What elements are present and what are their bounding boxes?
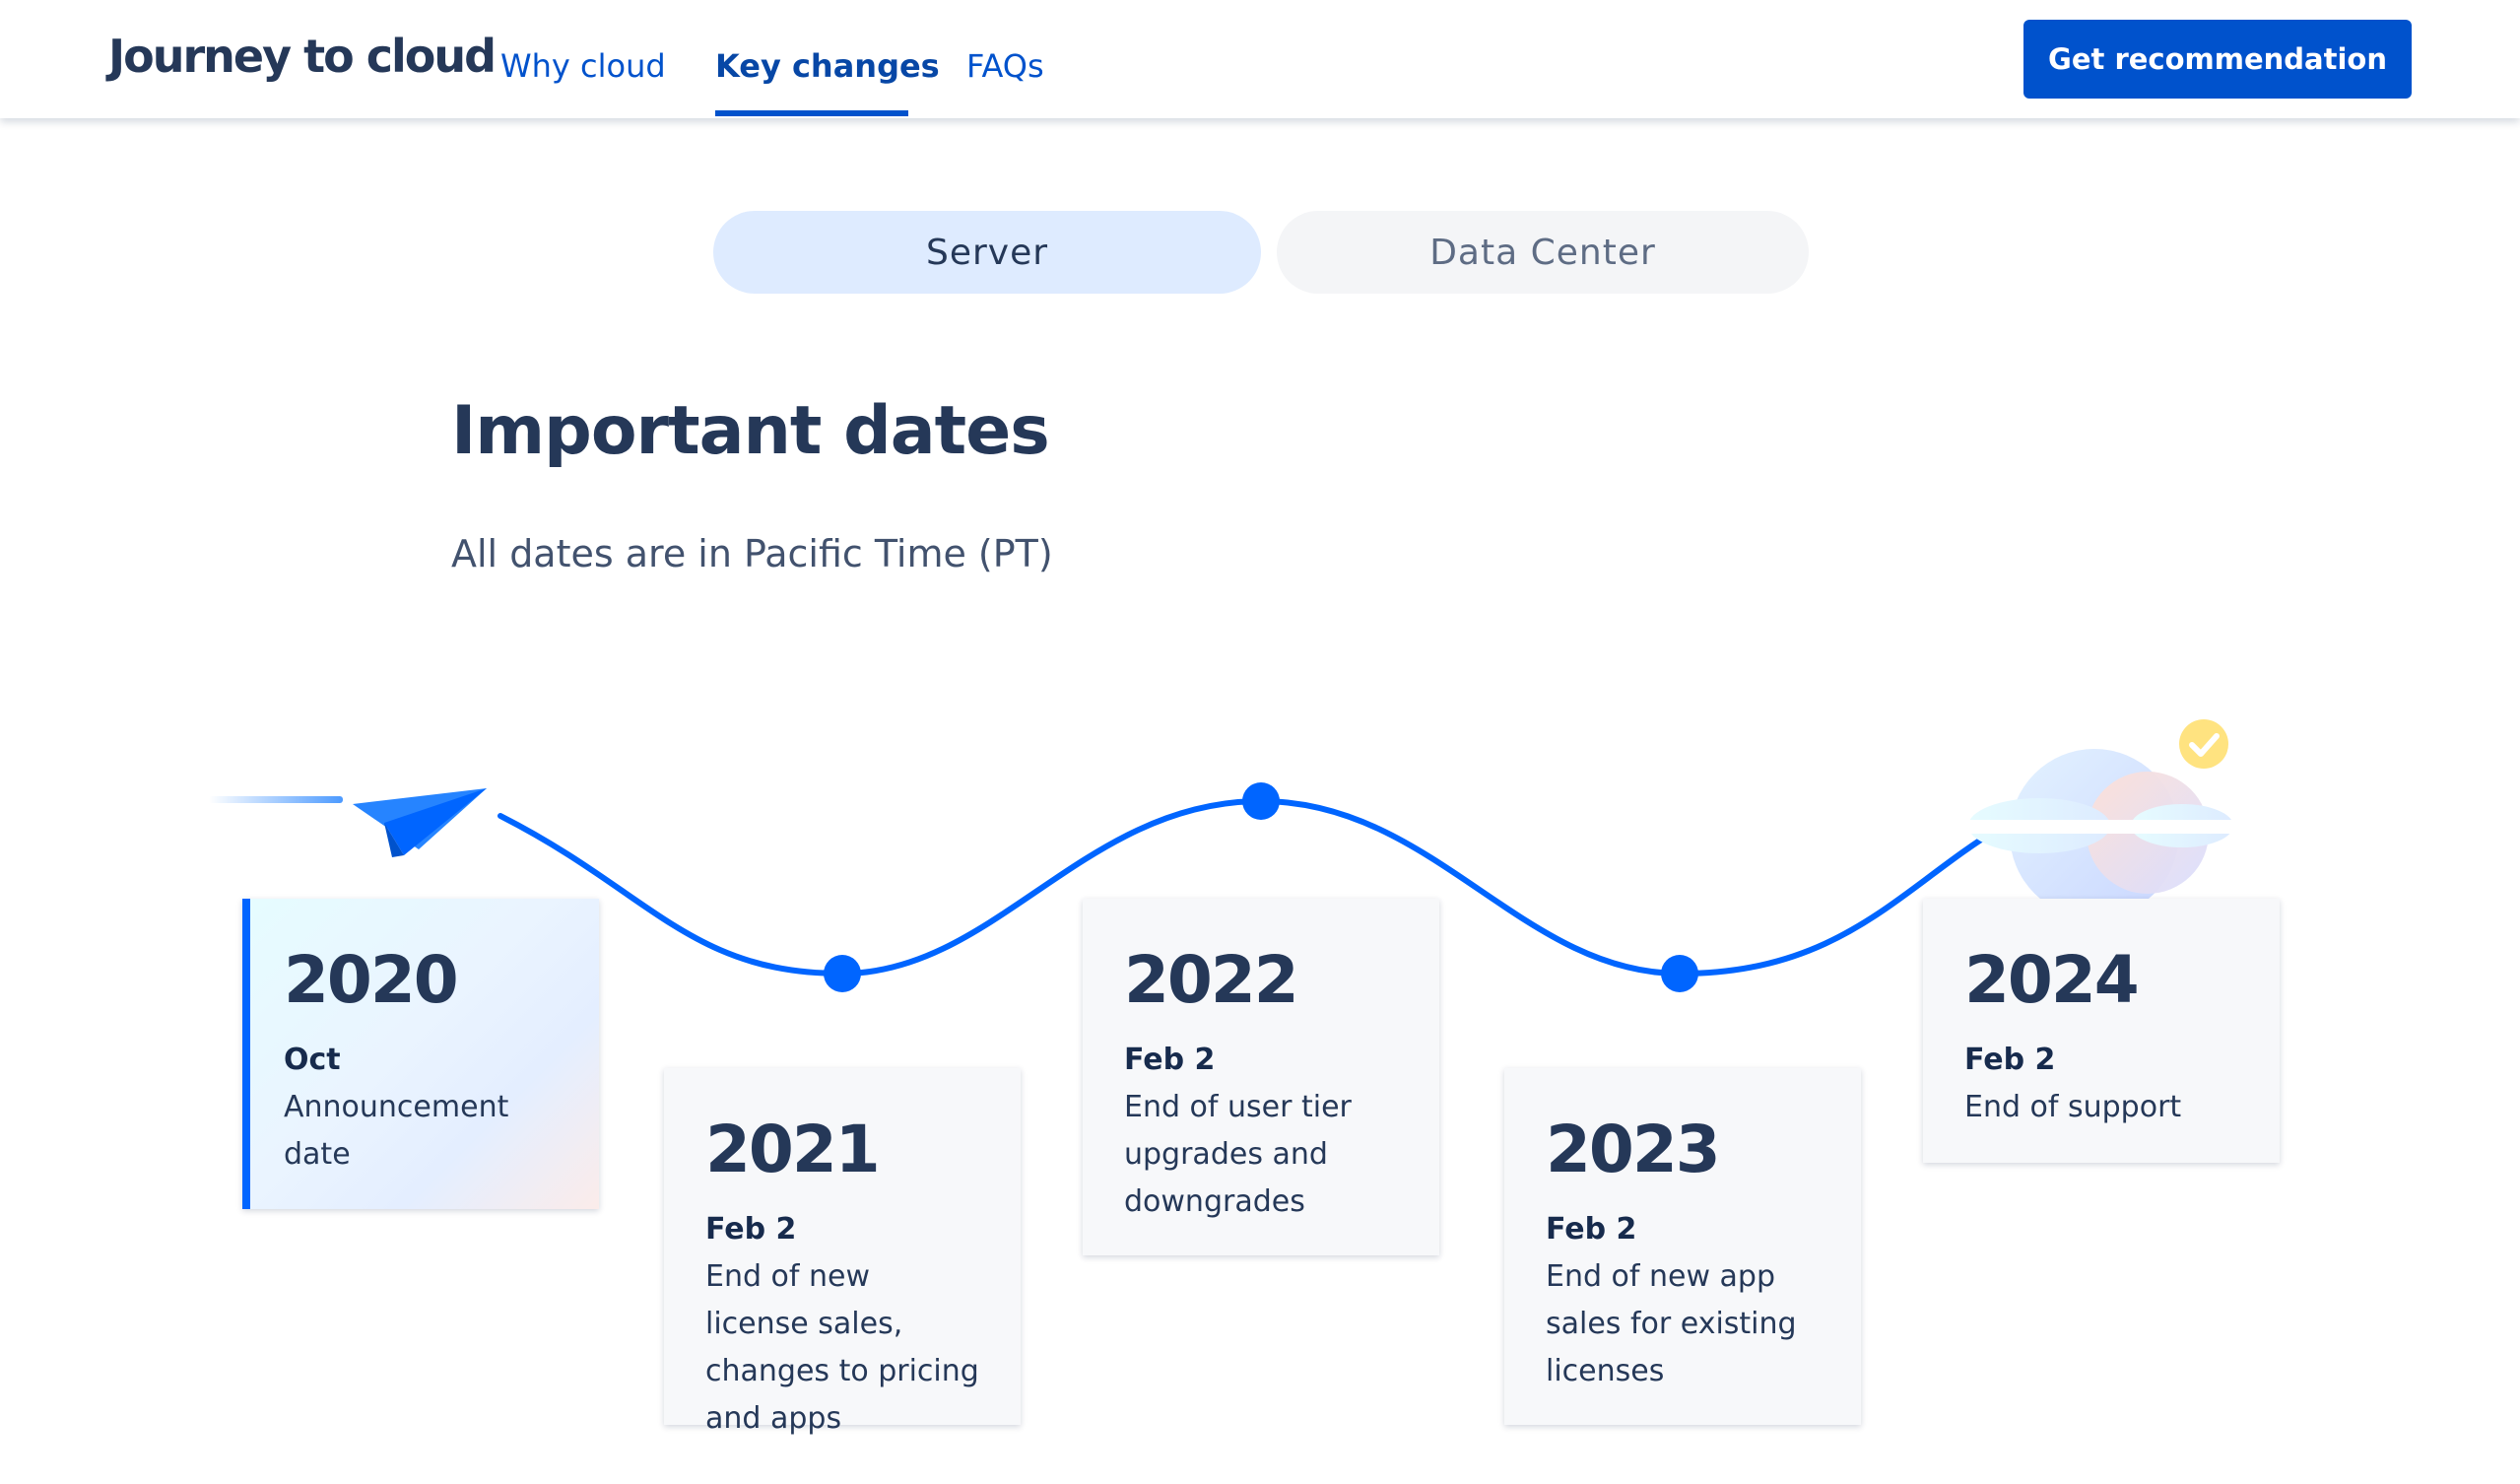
top-navigation-bar: Journey to cloud Why cloud Key changes F… bbox=[0, 0, 2520, 118]
timeline-dot-2022 bbox=[1242, 782, 1280, 820]
timeline-card-2024: 2024 Feb 2 End of support bbox=[1923, 899, 2280, 1163]
timeline-year: 2022 bbox=[1124, 942, 1299, 1018]
timeline-year: 2024 bbox=[1964, 942, 2140, 1018]
timeline-graphic bbox=[209, 719, 2246, 992]
get-recommendation-button[interactable]: Get recommendation bbox=[2023, 20, 2412, 99]
toggle-server[interactable]: Server bbox=[713, 211, 1261, 294]
timeline-dot-2021 bbox=[824, 955, 861, 992]
timeline-date: Feb 2 bbox=[705, 1212, 797, 1247]
timeline-year: 2020 bbox=[284, 942, 459, 1018]
paper-plane-icon bbox=[209, 788, 487, 857]
timeline-year: 2023 bbox=[1546, 1112, 1721, 1187]
nav-link-why-cloud[interactable]: Why cloud bbox=[500, 47, 666, 85]
nav-link-faqs[interactable]: FAQs bbox=[966, 47, 1044, 85]
page-title: Important dates bbox=[451, 392, 1050, 470]
timeline-year: 2021 bbox=[705, 1112, 881, 1187]
active-tab-indicator bbox=[715, 110, 908, 116]
cloud-icon bbox=[1960, 749, 2246, 918]
timeline-description: End of new app sales for existing licens… bbox=[1546, 1259, 1797, 1388]
nav-link-key-changes[interactable]: Key changes bbox=[715, 47, 940, 85]
timeline-description: End of user tier upgrades and downgrades bbox=[1124, 1090, 1352, 1219]
brand-logo-text[interactable]: Journey to cloud bbox=[108, 30, 497, 83]
timeline-date: Feb 2 bbox=[1124, 1043, 1216, 1077]
timeline-description: End of support bbox=[1964, 1090, 2182, 1124]
timeline-description: Announcement date bbox=[284, 1090, 509, 1172]
checkmark-badge-icon bbox=[2179, 719, 2228, 769]
timeline-card-2020: 2020 Oct Announcement date bbox=[242, 899, 599, 1209]
timezone-note: All dates are in Pacific Time (PT) bbox=[451, 532, 1053, 575]
timeline-dot-2023 bbox=[1661, 955, 1698, 992]
timeline-card-2022: 2022 Feb 2 End of user tier upgrades and… bbox=[1083, 899, 1439, 1255]
timeline-card-2021: 2021 Feb 2 End of new license sales, cha… bbox=[664, 1068, 1021, 1436]
timeline-date: Feb 2 bbox=[1546, 1212, 1637, 1247]
timeline-date: Feb 2 bbox=[1964, 1043, 2056, 1077]
timeline-card-2023: 2023 Feb 2 End of new app sales for exis… bbox=[1504, 1068, 1861, 1425]
timeline-date: Oct bbox=[284, 1043, 341, 1077]
toggle-data-center[interactable]: Data Center bbox=[1277, 211, 1809, 294]
timeline-description: End of new license sales, changes to pri… bbox=[705, 1259, 979, 1436]
